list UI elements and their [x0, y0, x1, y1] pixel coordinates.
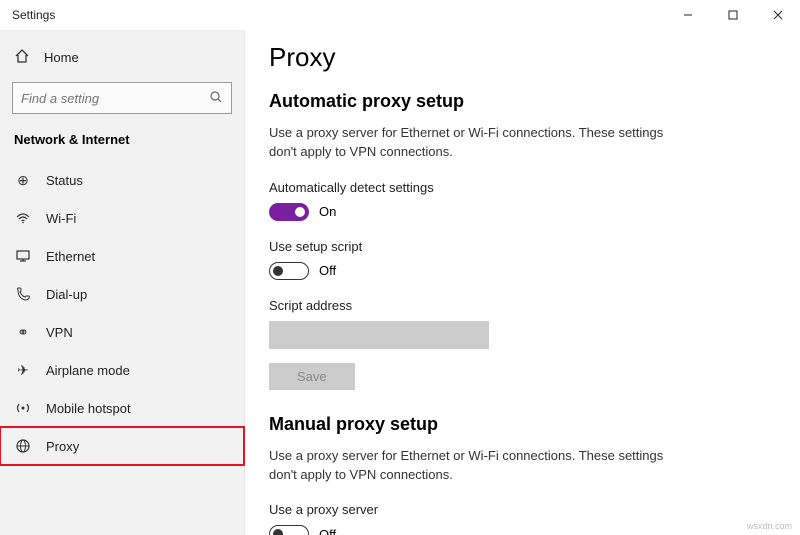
sidebar-item-airplane[interactable]: ✈ Airplane mode	[0, 351, 244, 389]
toggle-state: Off	[319, 263, 336, 278]
nav-group-header: Network & Internet	[0, 124, 244, 161]
auto-detect-label: Automatically detect settings	[269, 180, 776, 195]
setup-script-label: Use setup script	[269, 239, 776, 254]
setup-script-toggle[interactable]: Off	[269, 262, 776, 280]
auto-section-heading: Automatic proxy setup	[269, 91, 776, 112]
search-wrap	[0, 76, 244, 124]
toggle-state: Off	[319, 527, 336, 535]
window-controls	[665, 0, 800, 30]
hotspot-icon	[14, 400, 32, 416]
watermark: wsxdn.com	[747, 521, 792, 531]
sidebar-item-dialup[interactable]: Dial-up	[0, 275, 244, 313]
use-proxy-toggle[interactable]: Off	[269, 525, 776, 535]
home-label: Home	[44, 50, 79, 65]
sidebar-item-label: Ethernet	[46, 249, 95, 264]
script-address-input[interactable]	[269, 321, 489, 349]
auto-section-desc: Use a proxy server for Ethernet or Wi-Fi…	[269, 124, 689, 162]
manual-section-desc: Use a proxy server for Ethernet or Wi-Fi…	[269, 447, 689, 485]
proxy-icon	[14, 438, 32, 454]
sidebar-item-ethernet[interactable]: Ethernet	[0, 237, 244, 275]
use-proxy-label: Use a proxy server	[269, 502, 776, 517]
sidebar-item-label: Mobile hotspot	[46, 401, 131, 416]
sidebar-item-label: Wi-Fi	[46, 211, 76, 226]
save-button[interactable]: Save	[269, 363, 355, 390]
sidebar-item-label: Proxy	[46, 439, 79, 454]
sidebar-item-vpn[interactable]: ⚭ VPN	[0, 313, 244, 351]
sidebar-item-wifi[interactable]: Wi-Fi	[0, 199, 244, 237]
airplane-icon: ✈	[14, 362, 32, 379]
maximize-button[interactable]	[710, 0, 755, 30]
content: Proxy Automatic proxy setup Use a proxy …	[245, 30, 800, 535]
sidebar: Home Network & Internet ⊕ Status Wi-Fi	[0, 30, 245, 535]
home-icon	[14, 48, 30, 67]
auto-detect-toggle[interactable]: On	[269, 203, 776, 221]
sidebar-item-label: VPN	[46, 325, 73, 340]
search-input[interactable]	[21, 91, 209, 106]
window-title: Settings	[12, 8, 55, 22]
ethernet-icon	[14, 248, 32, 264]
sidebar-item-label: Airplane mode	[46, 363, 130, 378]
dialup-icon	[14, 286, 32, 302]
sidebar-item-hotspot[interactable]: Mobile hotspot	[0, 389, 244, 427]
wifi-icon	[14, 210, 32, 226]
vpn-icon: ⚭	[14, 324, 32, 341]
layout: Home Network & Internet ⊕ Status Wi-Fi	[0, 30, 800, 535]
sidebar-item-proxy[interactable]: Proxy	[0, 427, 244, 465]
toggle-track	[269, 203, 309, 221]
manual-section-heading: Manual proxy setup	[269, 414, 776, 435]
toggle-track	[269, 262, 309, 280]
toggle-track	[269, 525, 309, 535]
search-icon	[209, 90, 223, 107]
home-nav[interactable]: Home	[0, 38, 244, 76]
sidebar-item-label: Status	[46, 173, 83, 188]
titlebar: Settings	[0, 0, 800, 30]
status-icon: ⊕	[14, 172, 32, 189]
search-box[interactable]	[12, 82, 232, 114]
toggle-state: On	[319, 204, 336, 219]
page-title: Proxy	[269, 42, 776, 73]
sidebar-item-status[interactable]: ⊕ Status	[0, 161, 244, 199]
close-button[interactable]	[755, 0, 800, 30]
minimize-button[interactable]	[665, 0, 710, 30]
script-address-label: Script address	[269, 298, 776, 313]
sidebar-item-label: Dial-up	[46, 287, 87, 302]
